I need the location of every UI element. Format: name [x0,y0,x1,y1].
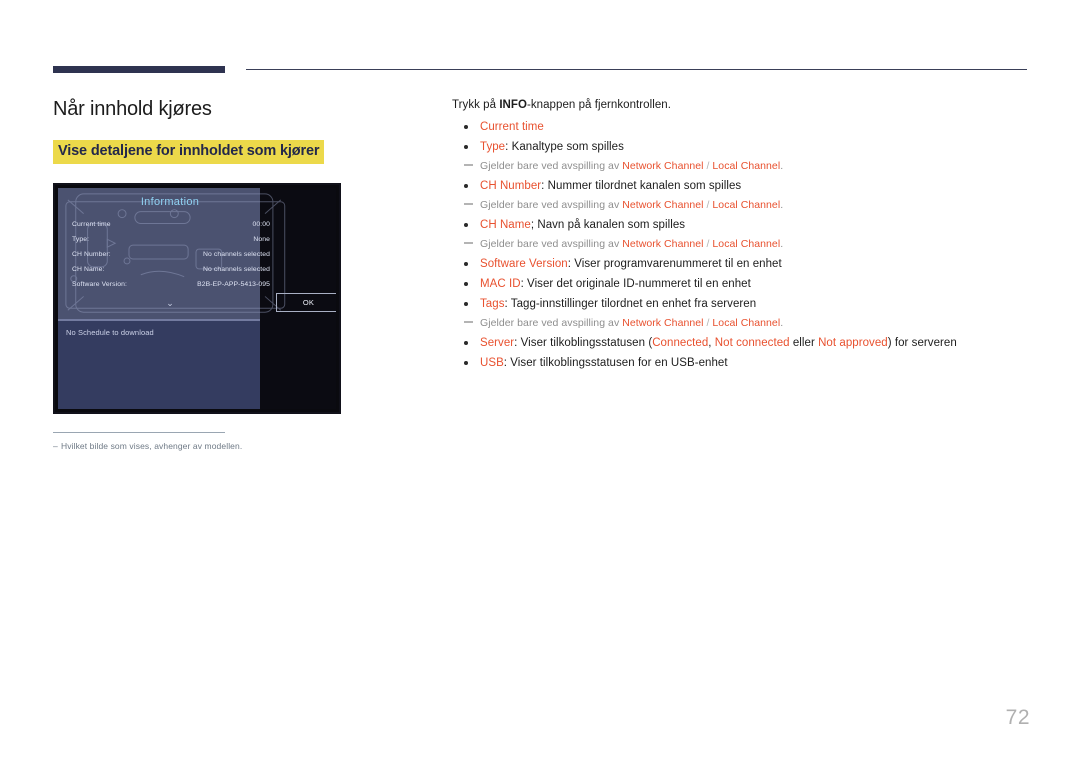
tv-info-rows: Current time 00:00 Type: None CH Number:… [64,218,276,293]
item-keyword: CH Name [480,219,531,231]
note-keyword-2: Local Channel [712,199,781,211]
note-keyword-2: Local Channel [712,238,781,250]
list-item-note: Gjelder bare ved avspilling av Network C… [452,235,1032,254]
tv-info-label: CH Number: [72,251,111,258]
note-keyword-1: Network Channel [622,199,704,211]
note-prefix: Gjelder bare ved avspilling av [480,199,623,211]
tv-info-value: No channels selected [203,251,270,258]
page-title: Når innhold kjøres [53,98,212,120]
note-suffix: . [780,160,784,172]
item-text: : Viser det originale ID-nummeret til en… [520,278,751,290]
item-text: ; Navn på kanalen som spilles [530,219,686,231]
page-number: 72 [1005,706,1030,729]
tv-info-value: B2B-EP-APP-5413-095 [197,281,270,288]
tv-screen: No Schedule to download Information Curr… [58,188,336,409]
list-item: Type: Kanaltype som spilles [452,137,1032,157]
tv-info-row: Software Version: B2B-EP-APP-5413-095 [64,278,276,293]
intro-text-after: -knappen på fjernkontrollen. [526,99,671,111]
note-keyword-1: Network Channel [622,317,704,329]
note-keyword-2: Local Channel [712,160,781,172]
figure-note-dash: – [53,441,58,451]
chevron-down-icon[interactable]: ⌄ [64,298,276,309]
figure-note: – Hvilket bilde som vises, avhenger av mo… [53,441,393,451]
intro-bold-key: INFO [499,99,527,111]
status-connected: Connected [652,337,709,349]
ok-button[interactable]: OK [276,293,336,312]
item-text-1: : Viser tilkoblingsstatusen ( [514,337,653,349]
note-suffix: . [780,199,784,211]
note-prefix: Gjelder bare ved avspilling av [480,160,623,172]
item-text-4: ) for serveren [887,337,957,349]
header-rule-group [53,66,1027,76]
tv-info-row: Type: None [64,233,276,248]
info-item-list: Current time Type: Kanaltype som spilles… [452,117,1032,373]
note-suffix: . [780,317,784,329]
list-item: USB: Viser tilkoblingsstatusen for en US… [452,353,1032,373]
item-keyword: USB [480,357,504,369]
item-text: : Tagg-innstillinger tilordnet en enhet … [504,298,757,310]
tv-info-row: Current time 00:00 [64,218,276,233]
tv-info-label: Type: [72,236,90,243]
tv-info-label: Software Version: [72,281,127,288]
tv-dialog-title: Information [140,196,200,208]
tv-info-label: CH Name: [72,266,105,273]
item-keyword: Type [480,141,506,153]
note-keyword-1: Network Channel [622,238,704,250]
tv-information-dialog: Information Current time 00:00 Type: Non… [64,190,336,318]
item-keyword: Tags [480,298,505,310]
item-text: : Nummer tilordnet kanalen som spilles [541,180,742,192]
list-item: CH Name; Navn på kanalen som spilles [452,215,1032,235]
note-keyword-2: Local Channel [712,317,781,329]
tv-info-value: No channels selected [203,266,270,273]
header-rule-thin [246,69,1027,70]
item-keyword: Server [480,337,515,349]
item-text: : Kanaltype som spilles [505,141,624,153]
right-column: Trykk på INFO-knappen på fjernkontrollen… [452,99,1032,373]
status-not-approved: Not approved [818,337,888,349]
note-prefix: Gjelder bare ved avspilling av [480,317,623,329]
item-keyword: Software Version [480,258,568,270]
tv-info-row: CH Number: No channels selected [64,248,276,263]
left-column: Når innhold kjøres Vise detaljene for in… [53,96,413,164]
tv-info-value: None [253,236,270,243]
list-item-note: Gjelder bare ved avspilling av Network C… [452,196,1032,215]
item-text-3: eller [789,337,819,349]
section-subtitle-wrap: Vise detaljene for innholdet som kjører [53,140,413,164]
figure-note-rule [53,432,225,433]
tv-screenshot-figure: No Schedule to download Information Curr… [53,183,341,414]
item-text: : Viser programvarenummeret til en enhet [567,258,782,270]
figure-note-text: Hvilket bilde som vises, avhenger av mod… [61,441,243,451]
list-item: Software Version: Viser programvarenumme… [452,254,1032,274]
tv-info-value: 00:00 [252,221,270,228]
section-subtitle: Vise detaljene for innholdet som kjører [53,140,325,164]
note-suffix: . [780,238,784,250]
note-prefix: Gjelder bare ved avspilling av [480,238,623,250]
item-keyword: MAC ID [480,278,521,290]
list-item: Tags: Tagg-innstillinger tilordnet en en… [452,294,1032,314]
header-rule-thick [53,66,225,73]
list-item-note: Gjelder bare ved avspilling av Network C… [452,157,1032,176]
intro-paragraph: Trykk på INFO-knappen på fjernkontrollen… [452,99,1032,111]
item-keyword: Current time [480,121,544,133]
list-item: Current time [452,117,1032,137]
status-not-connected: Not connected [714,337,790,349]
intro-text-before: Trykk på [452,99,500,111]
tv-panel-divider [58,319,266,321]
item-text: : Viser tilkoblingsstatusen for en USB-e… [503,357,728,369]
list-item-note: Gjelder bare ved avspilling av Network C… [452,314,1032,333]
item-keyword: CH Number [480,180,542,192]
list-item: MAC ID: Viser det originale ID-nummeret … [452,274,1032,294]
list-item: CH Number: Nummer tilordnet kanalen som … [452,176,1032,196]
list-item: Server: Viser tilkoblingsstatusen (Conne… [452,333,1032,353]
tv-info-label: Current time [72,221,111,228]
note-keyword-1: Network Channel [622,160,704,172]
tv-info-row: CH Name: No channels selected [64,263,276,278]
tv-schedule-status: No Schedule to download [66,328,154,337]
